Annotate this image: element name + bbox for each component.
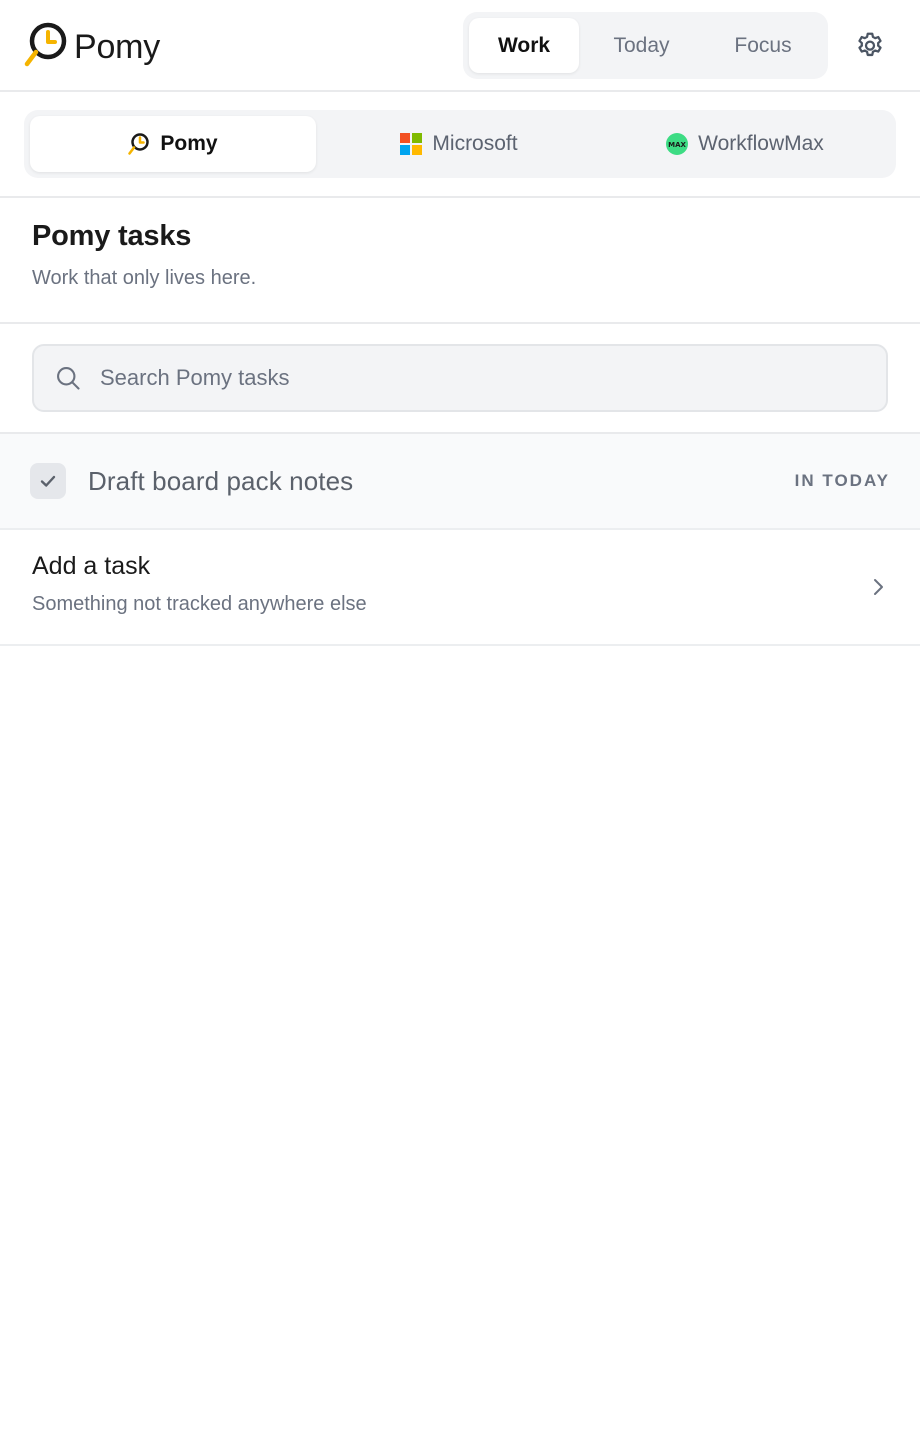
task-status-badge: IN TODAY: [794, 471, 890, 490]
source-tab-microsoft[interactable]: Microsoft: [316, 116, 602, 172]
view-tabs: Work Today Focus: [463, 12, 828, 79]
task-checkbox[interactable]: [30, 463, 66, 499]
section-header: Pomy tasks Work that only lives here.: [0, 198, 920, 324]
source-switcher-section: Pomy Microsoft MAX WorkflowMax: [0, 92, 920, 198]
section-subtitle: Work that only lives here.: [32, 267, 257, 289]
add-task-subtitle: Something not tracked anywhere else: [32, 593, 367, 615]
search-box[interactable]: [32, 344, 888, 412]
tab-work[interactable]: Work: [469, 18, 579, 73]
app-root: Pomy Work Today Focus Pomy Microsoft MAX…: [0, 0, 920, 1440]
chevron-right-icon: [874, 579, 883, 595]
microsoft-logo-icon: [400, 133, 423, 155]
app-name: Pomy: [74, 27, 161, 66]
source-tab-label: Pomy: [160, 132, 218, 155]
app-header: Pomy Work Today Focus: [0, 0, 920, 92]
tab-today[interactable]: Today: [579, 18, 704, 73]
search-section: [0, 324, 920, 434]
source-tab-pomy[interactable]: Pomy: [30, 116, 316, 172]
task-row[interactable]: Draft board pack notes IN TODAY: [0, 434, 920, 530]
add-task-title: Add a task: [32, 552, 151, 580]
search-input[interactable]: [100, 365, 860, 391]
source-tab-label: Microsoft: [432, 132, 518, 155]
tab-focus[interactable]: Focus: [704, 18, 822, 73]
task-list: Draft board pack notes IN TODAY: [0, 434, 920, 530]
source-tab-label: WorkflowMax: [698, 132, 824, 155]
source-tab-workflowmax[interactable]: MAX WorkflowMax: [602, 116, 888, 172]
task-label: Draft board pack notes: [88, 465, 354, 496]
section-title: Pomy tasks: [32, 220, 192, 252]
workflowmax-icon-text: MAX: [668, 141, 686, 149]
search-icon: [57, 367, 80, 390]
pomy-logo-icon: [24, 22, 67, 67]
workflowmax-logo-icon: MAX: [666, 133, 689, 155]
pomy-logo-icon: [128, 133, 150, 155]
settings-button[interactable]: [850, 26, 890, 66]
app-logo: Pomy: [24, 21, 160, 69]
checkmark-icon: [40, 475, 56, 487]
add-task-button[interactable]: Add a task Something not tracked anywher…: [0, 530, 920, 646]
source-tabs: Pomy Microsoft MAX WorkflowMax: [24, 110, 896, 178]
gear-icon: [858, 32, 882, 57]
